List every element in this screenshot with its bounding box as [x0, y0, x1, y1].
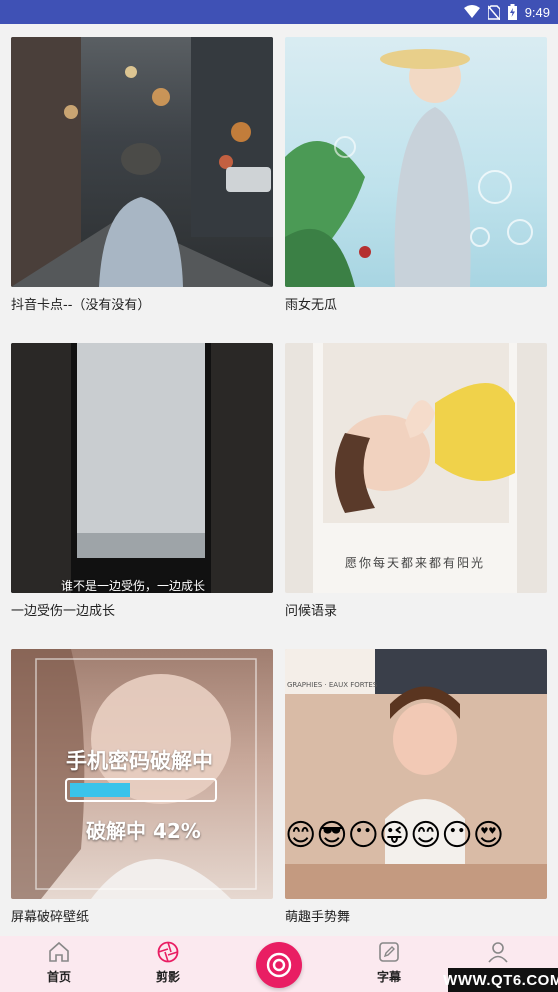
template-overlay-text: GRAPHIES · EAUX FORTES	[287, 681, 378, 689]
template-card[interactable]: 😊😎😶😜😊😶😍 GRAPHIES · EAUX FORTES 萌趣手势舞	[285, 649, 547, 927]
template-thumbnail[interactable]: 谁不是一边受伤，一边成长	[11, 343, 273, 593]
template-title: 问候语录	[285, 604, 338, 619]
crack-progress-bar	[70, 783, 212, 797]
template-card[interactable]: 抖音卡点--（没有没有）	[11, 37, 273, 315]
emoji-row: 😊😎😶😜😊😶😍	[285, 819, 547, 853]
status-icons: 9:49	[463, 3, 550, 21]
heart-eyes-emoji-icon: 😍	[472, 818, 504, 853]
template-title: 抖音卡点--（没有没有）	[11, 298, 151, 313]
no-sim-icon	[487, 4, 500, 20]
nav-subtitle[interactable]: 字幕	[359, 940, 419, 985]
template-title: 屏幕破碎壁纸	[11, 910, 90, 925]
nav-home[interactable]: 首页	[29, 940, 89, 985]
nav-home-label: 首页	[46, 970, 71, 984]
nav-clip-label: 剪影	[155, 970, 180, 984]
template-thumbnail[interactable]: 😊😎😶😜😊😶😍 GRAPHIES · EAUX FORTES	[285, 649, 547, 899]
template-thumbnail[interactable]	[11, 37, 273, 287]
nav-subtitle-label: 字幕	[376, 970, 401, 984]
crack-progress-fill	[70, 783, 130, 797]
record-button[interactable]	[256, 942, 302, 988]
blush-emoji-icon: 😊	[410, 818, 442, 853]
template-thumbnail[interactable]	[285, 37, 547, 287]
template-card[interactable]: 雨女无瓜	[285, 37, 547, 315]
smiling-emoji-icon: 😊	[285, 818, 317, 853]
home-icon	[49, 941, 69, 962]
template-overlay-text: 愿你每天都来都有阳光	[345, 556, 486, 570]
template-card[interactable]: 手机密码破解中 破解中 42% 屏幕破碎壁纸	[11, 649, 273, 927]
template-card[interactable]: 愿你每天都来都有阳光 问候语录	[285, 343, 547, 621]
wifi-icon	[463, 5, 480, 18]
template-title: 萌趣手势舞	[285, 910, 351, 925]
template-thumbnail[interactable]: 愿你每天都来都有阳光	[285, 343, 547, 593]
battery-icon	[507, 4, 517, 20]
clock: 9:49	[524, 4, 550, 20]
watermark: WWW.QT6.COM	[443, 968, 558, 992]
aperture-icon	[157, 941, 179, 963]
record-icon	[266, 952, 292, 978]
edit-doc-icon	[379, 942, 399, 962]
template-thumbnail[interactable]: 手机密码破解中 破解中 42%	[11, 649, 273, 899]
neutral-emoji-icon: 😶	[347, 818, 379, 853]
sunglasses-emoji-icon: 😎	[316, 818, 348, 853]
template-overlay-percent: 破解中 42%	[86, 819, 201, 843]
wink-emoji-icon: 😜	[378, 818, 411, 853]
template-title: 一边受伤一边成长	[11, 604, 116, 619]
template-grid: 抖音卡点--（没有没有） 雨女无瓜 谁不是一边受伤，一边成长 一边受伤一边成长 …	[0, 24, 558, 936]
template-overlay-title: 手机密码破解中	[66, 749, 213, 773]
template-card[interactable]: 谁不是一边受伤，一边成长 一边受伤一边成长	[11, 343, 273, 621]
status-bar: 9:49	[0, 0, 558, 24]
user-icon	[488, 942, 508, 963]
template-title: 雨女无瓜	[285, 298, 338, 313]
nav-clip[interactable]: 剪影	[138, 940, 198, 985]
template-overlay-text: 谁不是一边受伤，一边成长	[61, 579, 206, 593]
neutral-emoji-icon: 😶	[441, 818, 473, 853]
